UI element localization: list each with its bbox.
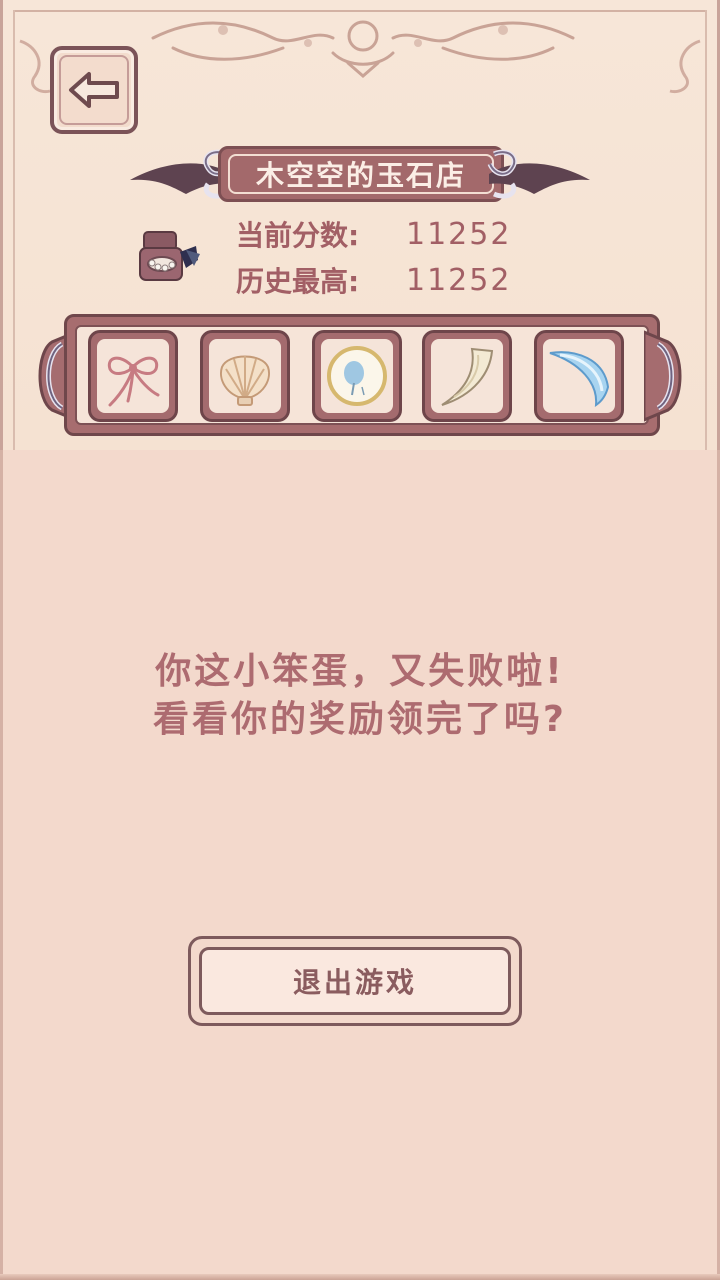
title-plate: 木空空的玉石店 [218,146,504,202]
item-slot-1[interactable] [88,330,178,422]
corner-ornament-right-icon [669,39,701,94]
item-slot-1-well [97,339,169,413]
item-slot-4[interactable] [422,330,512,422]
item-slot-5[interactable] [534,330,624,422]
best-score-label: 历史最高: [236,265,360,298]
bottom-edge [0,1274,720,1280]
shop-title: 木空空的玉石店 [228,154,494,194]
corner-ornament-left-icon [19,39,51,94]
back-button[interactable] [50,46,138,134]
failure-message-line1: 你这小笨蛋，又失败啦! [155,651,565,692]
best-score-row: 历史最高: 11252 [236,260,511,300]
item-slot-4-well [431,339,503,413]
exit-game-label: 退出游戏 [199,947,511,1015]
blue-crescent-icon [549,351,610,407]
exit-game-button[interactable]: 退出游戏 [188,936,522,1026]
banner-wing-right-icon [487,149,590,199]
back-button-frame [59,55,129,125]
top-ornament-icon [151,20,575,78]
title-banner: 木空空的玉石店 [126,138,594,210]
ribbon-bow-icon [107,356,160,407]
current-score-label: 当前分数: [236,219,360,252]
left-edge [0,450,3,1280]
blue-stone-plate-icon [327,346,387,406]
seashell-icon [220,355,270,406]
item-slot-3-well [321,339,393,413]
failure-message: 你这小笨蛋，又失败啦! 看看你的奖励领完了吗? [0,648,720,744]
current-score-row: 当前分数: 11252 [236,214,511,254]
item-slot-2[interactable] [200,330,290,422]
item-slot-3[interactable] [312,330,402,422]
right-border-line [705,10,707,450]
failure-message-line2: 看看你的奖励领完了吗? [153,699,567,740]
item-slot-5-well [543,339,615,413]
current-score-value: 11252 [406,216,512,252]
shelf-cap-right-icon [644,330,682,422]
jewelry-box-icon [139,231,200,281]
best-score-value: 11252 [406,262,512,298]
item-slot-2-well [209,339,281,413]
ivory-tusk-icon [441,347,494,406]
arrow-left-icon [69,72,119,108]
